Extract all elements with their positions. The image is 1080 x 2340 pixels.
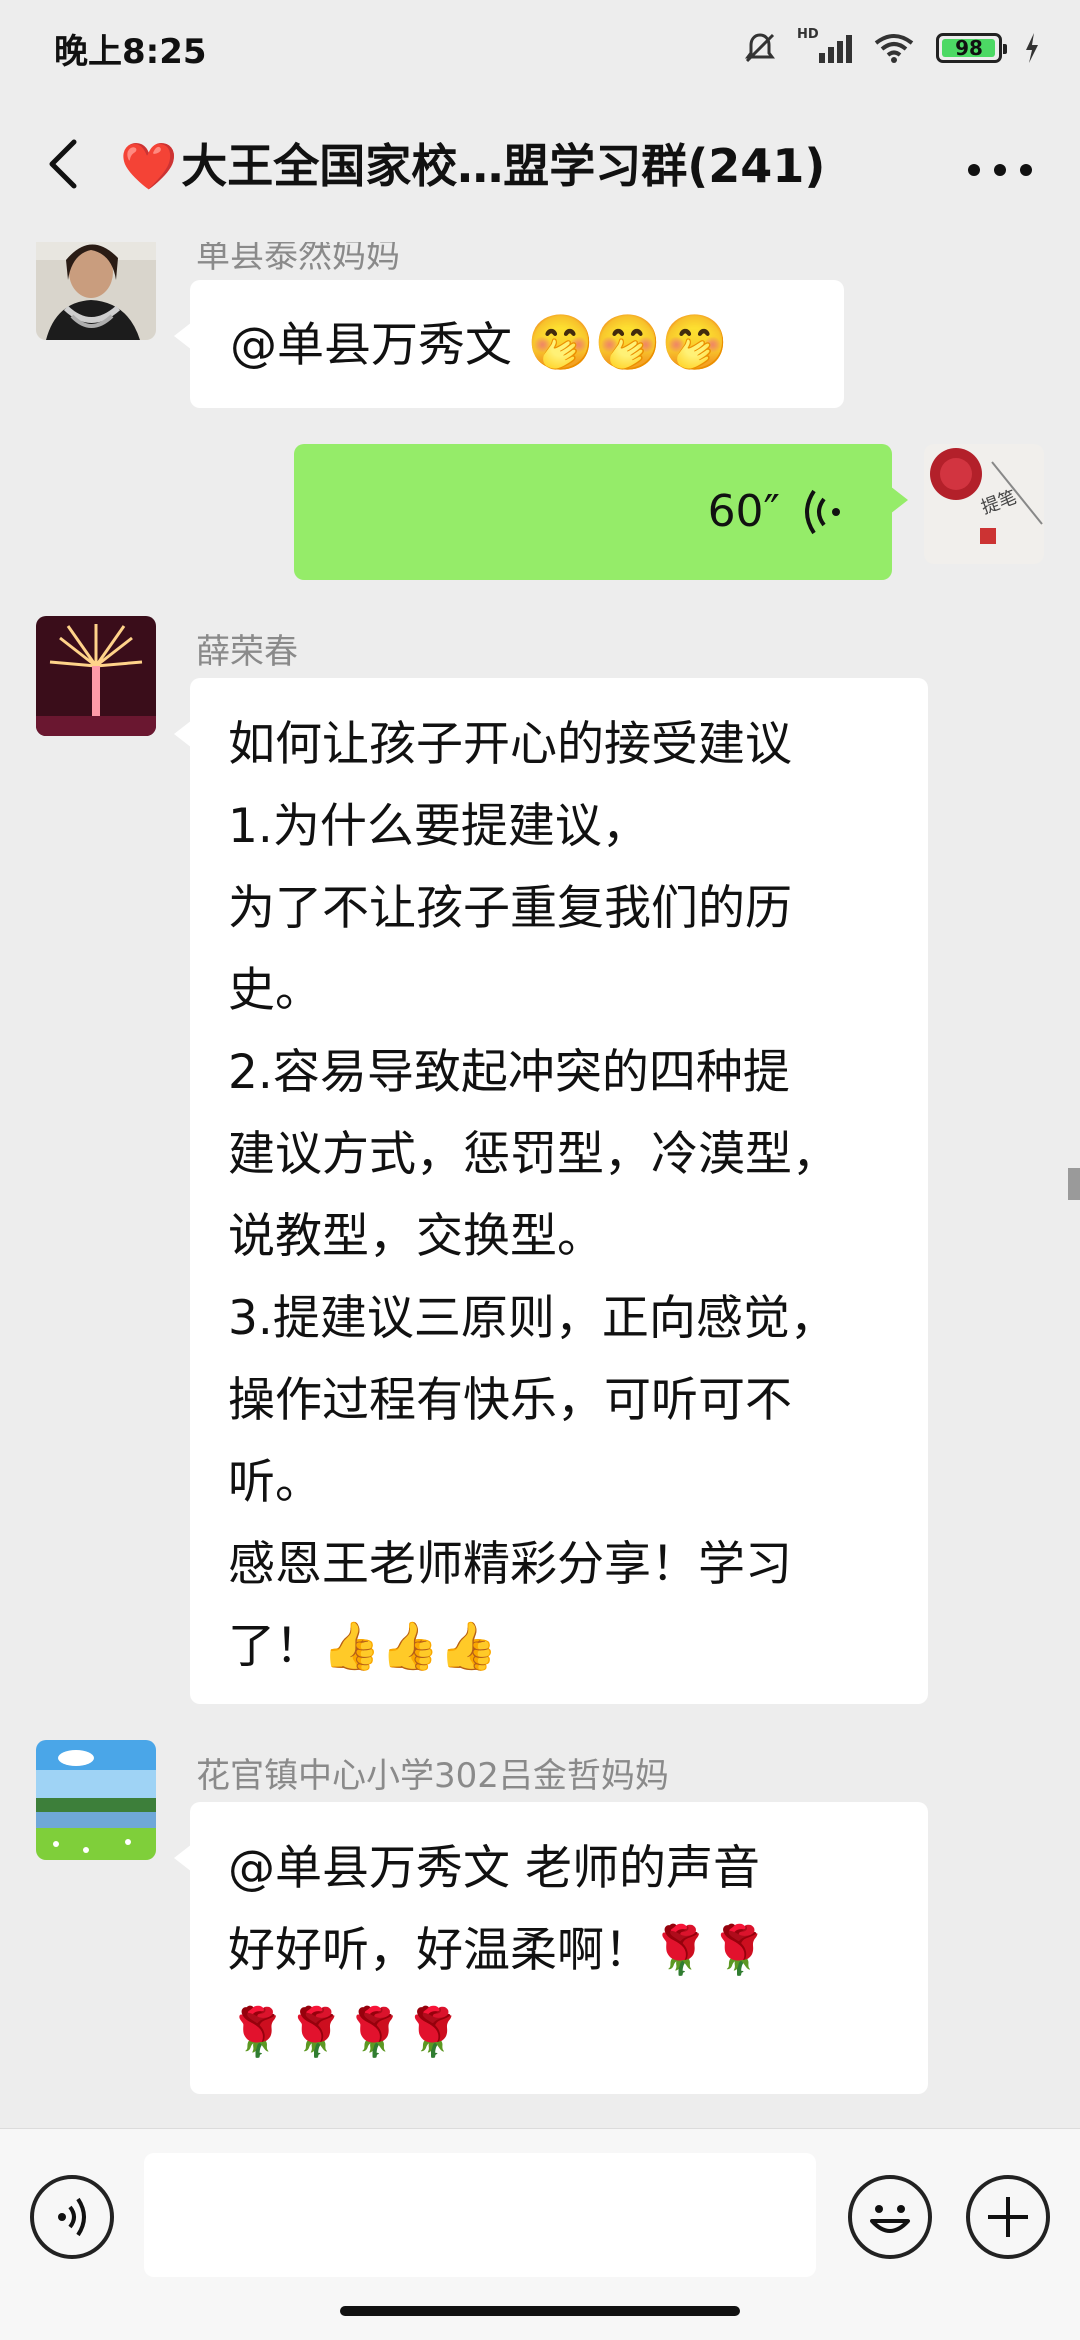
voice-duration: 60″ xyxy=(707,486,780,537)
group-title-overlay: 大王全国家校…盟学习群(241) xyxy=(181,139,826,193)
message-input[interactable] xyxy=(144,2153,816,2277)
message-bubble[interactable]: @单县万秀文 🤭🤭🤭 xyxy=(174,280,844,408)
status-bar: 晚上8:25 HD 98 xyxy=(0,0,1080,96)
heart-icon: ❤️ xyxy=(120,139,178,193)
calligraphy-photo-avatar: 提笔 xyxy=(924,444,1044,564)
battery-level: 98 xyxy=(955,36,983,60)
message-text-line: 史。 xyxy=(228,963,322,1018)
message-text-line: 为了不让孩子重复我们的历 xyxy=(228,881,792,936)
message-text-line: 听。 xyxy=(228,1455,322,1510)
my-avatar[interactable]: 提笔 xyxy=(924,444,1044,564)
home-indicator[interactable] xyxy=(340,2306,740,2316)
more-button-overlay[interactable] xyxy=(960,140,1040,200)
message-text-line: 1.为什么要提建议， xyxy=(228,799,649,854)
mute-bell-icon xyxy=(745,33,775,63)
plus-icon xyxy=(988,2197,1028,2237)
message-text-line: 感恩王老师精彩分享！学习 xyxy=(228,1537,792,1592)
message-text-line: 🌹🌹🌹🌹 xyxy=(228,2005,463,2060)
chevron-left-icon xyxy=(49,139,77,189)
message-text-line: 说教型，交换型。 xyxy=(228,1209,604,1264)
message-text-line: 操作过程有快乐，可听可不 xyxy=(228,1373,792,1428)
avatar[interactable] xyxy=(36,1740,156,1860)
sender-name: 薛荣春 xyxy=(196,632,298,672)
message-bubble[interactable]: 如何让孩子开心的接受建议 1.为什么要提建议， 为了不让孩子重复我们的历 史。 2.容易… xyxy=(174,678,928,1704)
emoji-button[interactable] xyxy=(848,2175,932,2259)
message-text-line: 了！👍👍👍 xyxy=(228,1619,498,1674)
more-dots-icon xyxy=(968,164,1032,176)
message-text-line: 建议方式，惩罚型，冷漠型， xyxy=(228,1127,839,1182)
voice-wave-icon xyxy=(805,489,840,535)
covering-mouth-emoji: 🤭🤭🤭 xyxy=(526,311,729,374)
network-type-label: HD xyxy=(797,27,819,42)
smiley-icon xyxy=(870,2205,910,2233)
chat-title-overlay: ❤️大王全国家校…盟学习群(241) xyxy=(120,134,900,198)
fireworks-photo-avatar xyxy=(36,616,156,736)
status-time: 晚上8:25 xyxy=(54,31,207,72)
sender-name: 花官镇中心小学302吕金哲妈妈 xyxy=(196,1756,669,1796)
status-icons: HD 98 xyxy=(743,27,1040,65)
voice-message-bubble[interactable]: 60″ xyxy=(294,444,908,580)
header-foreground: ❤️大王全国家校…盟学习群(241) xyxy=(0,96,1080,242)
wifi-icon xyxy=(874,34,914,63)
message-text-line: 2.容易导致起冲突的四种提 xyxy=(228,1045,790,1100)
message-text-line: 3.提建议三原则，正向感觉， xyxy=(228,1291,837,1346)
battery-indicator: 98 xyxy=(936,33,1007,63)
charging-icon xyxy=(1026,33,1038,63)
message-text-line: 好好听，好温柔啊！🌹🌹 xyxy=(228,1923,769,1978)
message-text: @单县万秀文 🤭🤭🤭 xyxy=(230,311,729,374)
voice-toggle-button[interactable] xyxy=(30,2175,114,2259)
signal-icon: HD xyxy=(797,27,852,63)
more-functions-button[interactable] xyxy=(966,2175,1050,2259)
landscape-photo-avatar xyxy=(36,1740,156,1860)
voice-toggle-icon xyxy=(58,2197,86,2237)
message-text-line: 如何让孩子开心的接受建议 xyxy=(228,717,792,772)
message-bubble[interactable]: @单县万秀文 老师的声音 好好听，好温柔啊！🌹🌹 🌹🌹🌹🌹 xyxy=(174,1802,928,2094)
back-button-overlay[interactable] xyxy=(36,134,96,194)
message-text-line: @单县万秀文 老师的声音 xyxy=(228,1841,760,1896)
scrollbar-thumb[interactable] xyxy=(1068,1168,1080,1200)
avatar[interactable] xyxy=(36,616,156,736)
